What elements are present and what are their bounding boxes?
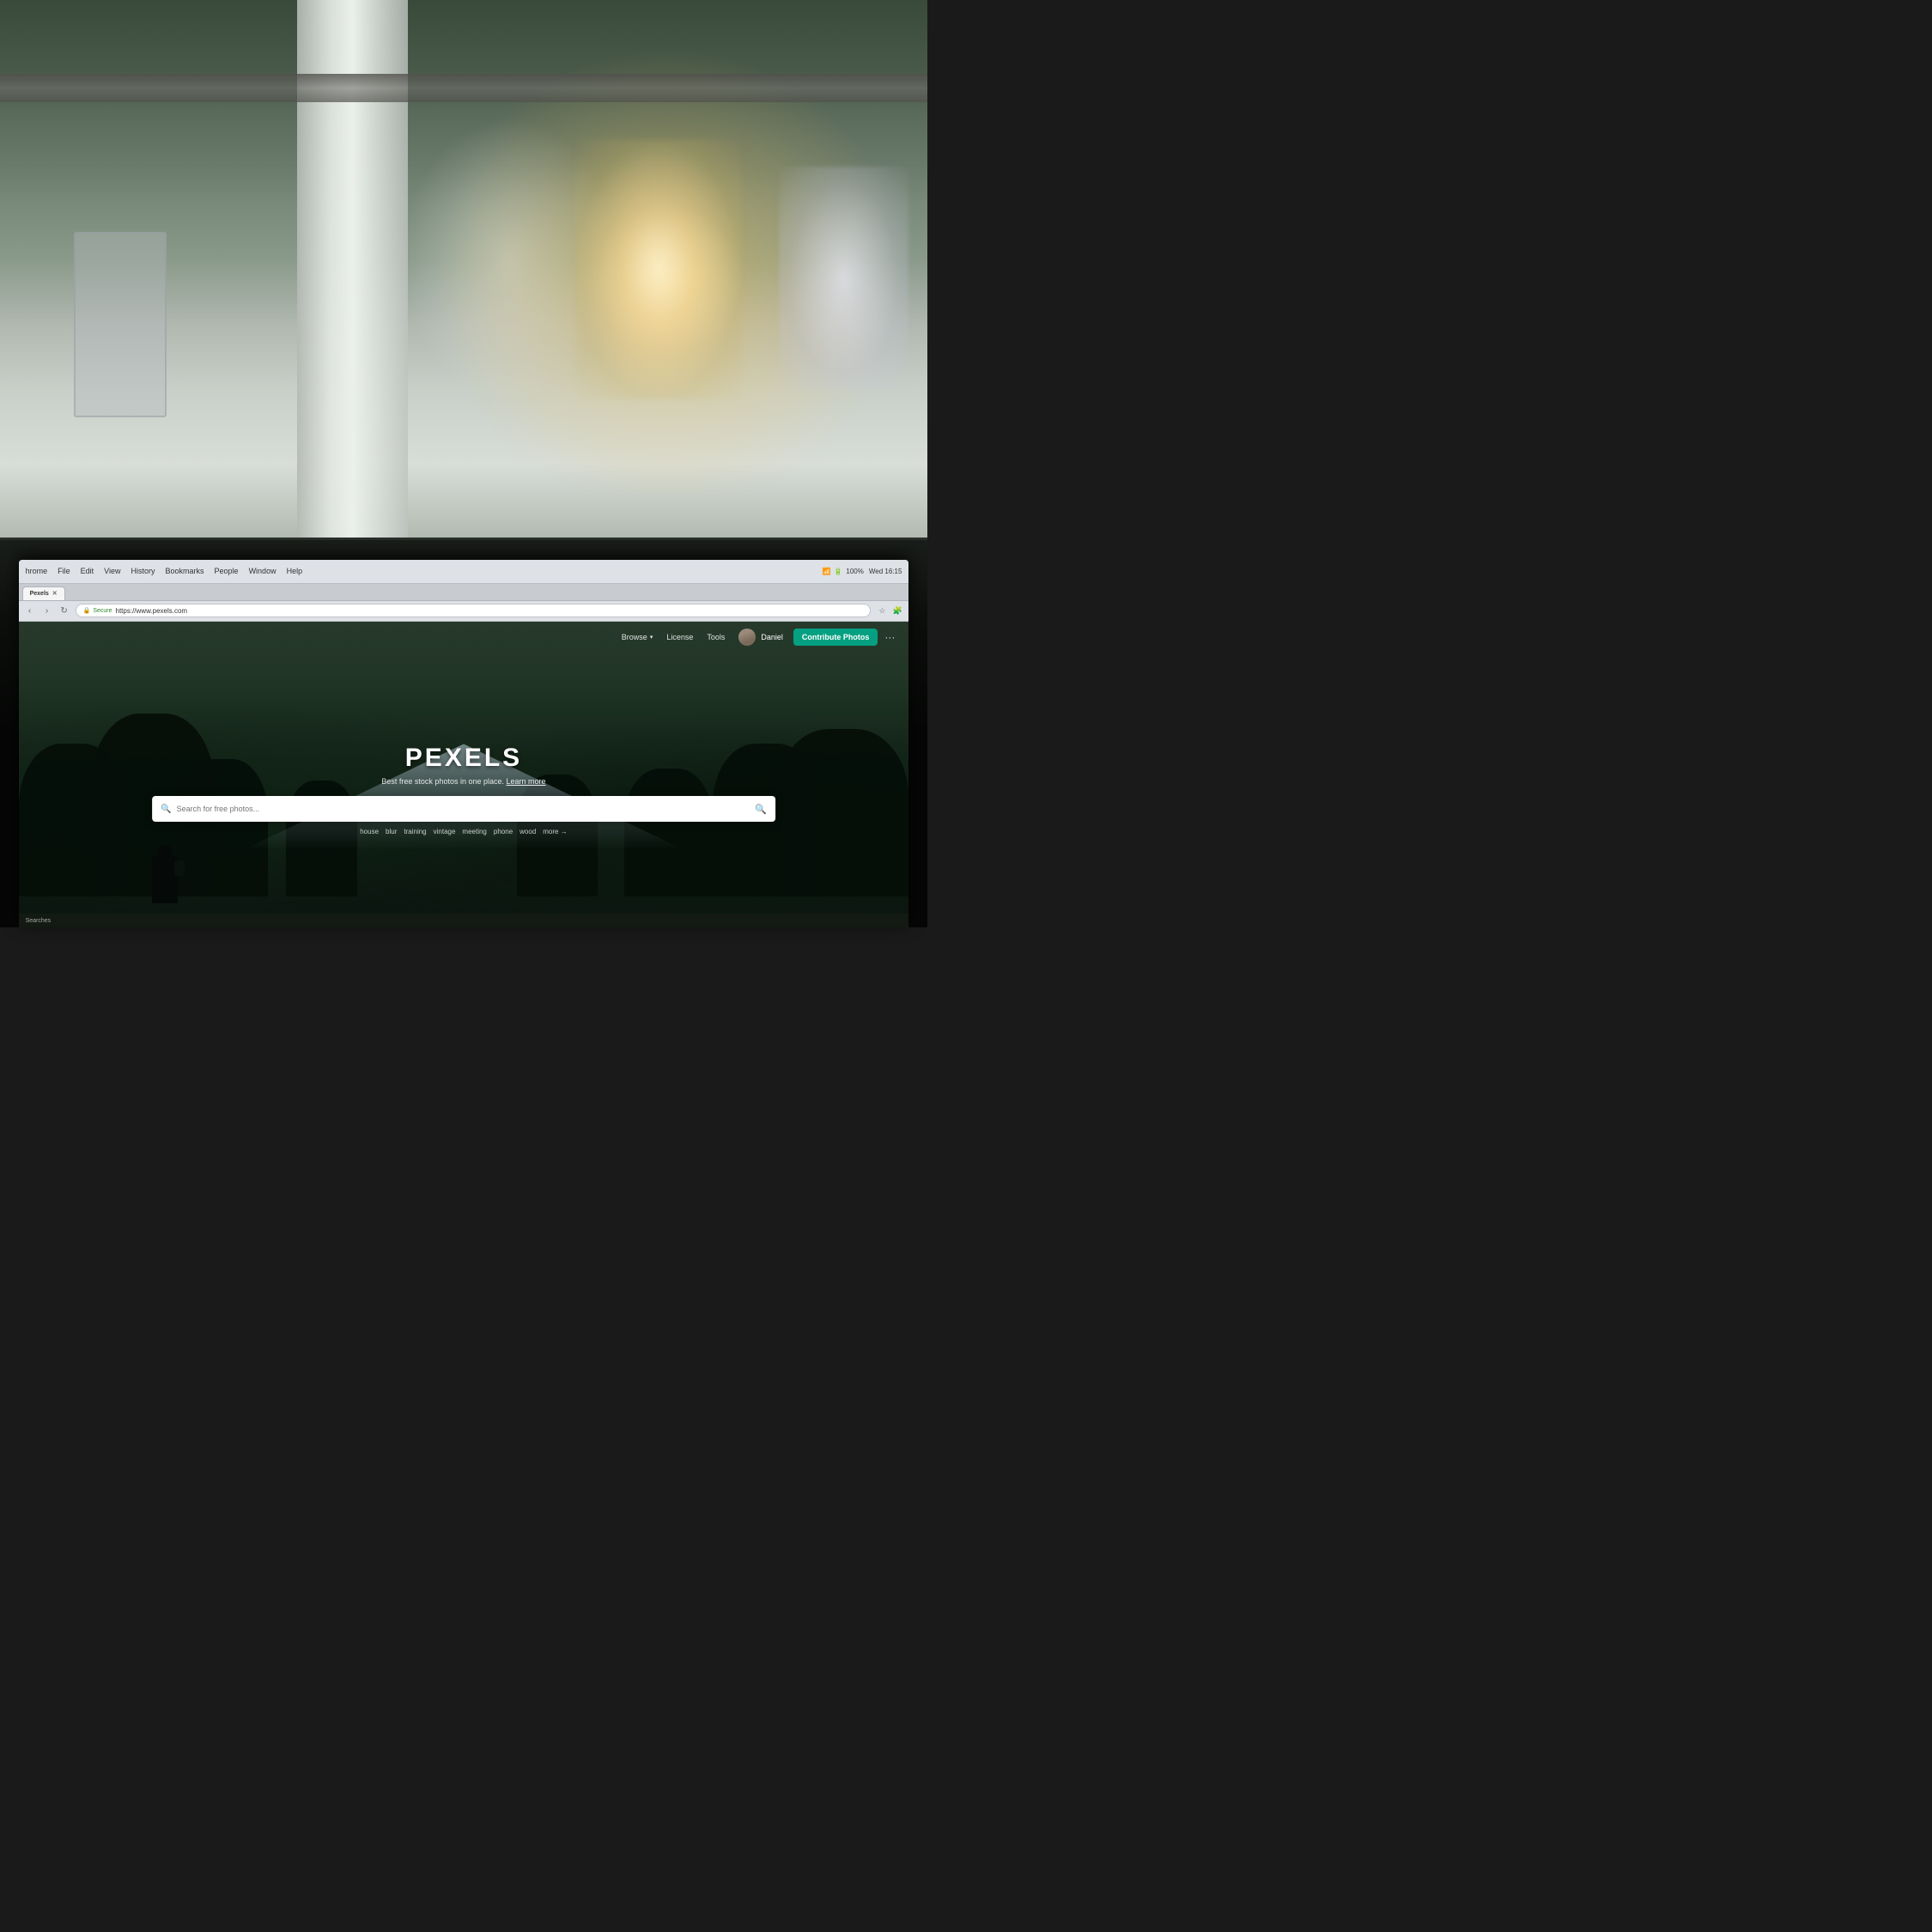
pexels-website: Browse ▾ License Tools Daniel Contribute… <box>19 622 909 927</box>
user-name: Daniel <box>761 633 783 641</box>
search-tag-blur[interactable]: blur <box>386 828 397 835</box>
browser-menu-bar: hrome File Edit View History Bookmarks P… <box>26 567 303 575</box>
user-avatar <box>738 629 756 646</box>
browser-tabs-row: Pexels ✕ <box>19 584 909 601</box>
battery-icon: 🔋 <box>834 568 842 575</box>
system-clock: Wed 16:15 <box>869 568 902 575</box>
status-bar-text: Searches <box>26 918 52 924</box>
menu-window[interactable]: Window <box>249 567 276 575</box>
search-tag-meeting[interactable]: meeting <box>462 828 486 835</box>
menu-view[interactable]: View <box>104 567 120 575</box>
search-tag-training[interactable]: training <box>404 828 426 835</box>
nav-more-button[interactable]: ··· <box>884 631 895 643</box>
battery-percent: 100% <box>846 568 863 575</box>
search-input[interactable] <box>177 805 756 813</box>
address-bar-row: ‹ › ↻ 🔒 Secure https://www.pexels.com ☆ … <box>19 601 909 622</box>
laptop-screen: hrome File Edit View History Bookmarks P… <box>19 560 909 927</box>
wifi-icon: 📶 <box>822 568 830 575</box>
nav-tools[interactable]: Tools <box>707 633 725 641</box>
system-status-bar: 📶 🔋 100% Wed 16:15 <box>822 568 902 575</box>
extensions-icon[interactable]: 🧩 <box>891 605 903 617</box>
search-container: 🔍 🔍 <box>152 796 775 822</box>
avatar-image <box>738 629 756 646</box>
address-field[interactable]: 🔒 Secure https://www.pexels.com <box>76 604 872 617</box>
ceiling-beam <box>0 74 927 101</box>
search-tag-vintage[interactable]: vintage <box>434 828 456 835</box>
secure-label: Secure <box>93 608 112 614</box>
menu-people[interactable]: People <box>215 567 239 575</box>
address-bar-actions: ☆ 🧩 <box>876 605 903 617</box>
menu-edit[interactable]: Edit <box>81 567 94 575</box>
address-url: https://www.pexels.com <box>116 607 188 615</box>
menu-file[interactable]: File <box>58 567 70 575</box>
close-tab-icon[interactable]: ✕ <box>52 590 58 597</box>
search-tag-house[interactable]: house <box>360 828 379 835</box>
window-right-glow <box>779 167 908 389</box>
pexels-logo: PEXELS <box>152 744 775 773</box>
pexels-navbar: Browse ▾ License Tools Daniel Contribute… <box>19 622 909 653</box>
menu-help[interactable]: Help <box>287 567 303 575</box>
search-tags-more[interactable]: more → <box>543 828 567 835</box>
browse-label: Browse <box>622 633 647 641</box>
menu-bookmarks[interactable]: Bookmarks <box>166 567 204 575</box>
search-tag-phone[interactable]: phone <box>494 828 513 835</box>
search-submit-icon[interactable]: 🔍 <box>755 804 767 815</box>
nav-license[interactable]: License <box>666 633 693 641</box>
browse-chevron-icon: ▾ <box>650 634 653 641</box>
system-tray-icons: 📶 🔋 100% <box>822 568 863 575</box>
browser-status-bar: Searches <box>19 914 909 927</box>
browser-tab-pexels[interactable]: Pexels ✕ <box>22 586 65 600</box>
nav-browse[interactable]: Browse ▾ <box>622 633 653 641</box>
forward-button[interactable]: › <box>41 605 53 617</box>
nav-user-profile[interactable]: Daniel <box>738 629 783 646</box>
menu-history[interactable]: History <box>131 567 155 575</box>
search-tags-row: house blur training vintage meeting phon… <box>152 828 775 835</box>
pexels-hero-section: PEXELS Best free stock photos in one pla… <box>152 744 775 835</box>
search-icon: 🔍 <box>161 805 171 814</box>
menu-chrome[interactable]: hrome <box>26 567 48 575</box>
tab-label: Pexels <box>30 591 49 597</box>
person-backpack <box>174 860 185 876</box>
lock-icon: 🔒 <box>83 607 91 614</box>
browser-chrome: hrome File Edit View History Bookmarks P… <box>19 560 909 584</box>
back-button[interactable]: ‹ <box>24 605 36 617</box>
search-tag-wood[interactable]: wood <box>519 828 536 835</box>
pexels-tagline: Best free stock photos in one place. Lea… <box>152 777 775 786</box>
person-silhouette <box>152 845 178 903</box>
person-body <box>152 856 178 903</box>
reload-button[interactable]: ↻ <box>58 605 70 617</box>
contribute-photos-button[interactable]: Contribute Photos <box>793 629 878 646</box>
window-left <box>74 232 167 417</box>
window-center-glow <box>575 139 742 398</box>
learn-more-link[interactable]: Learn more <box>507 777 546 786</box>
laptop-frame: hrome File Edit View History Bookmarks P… <box>0 538 927 927</box>
bookmark-icon[interactable]: ☆ <box>876 605 888 617</box>
